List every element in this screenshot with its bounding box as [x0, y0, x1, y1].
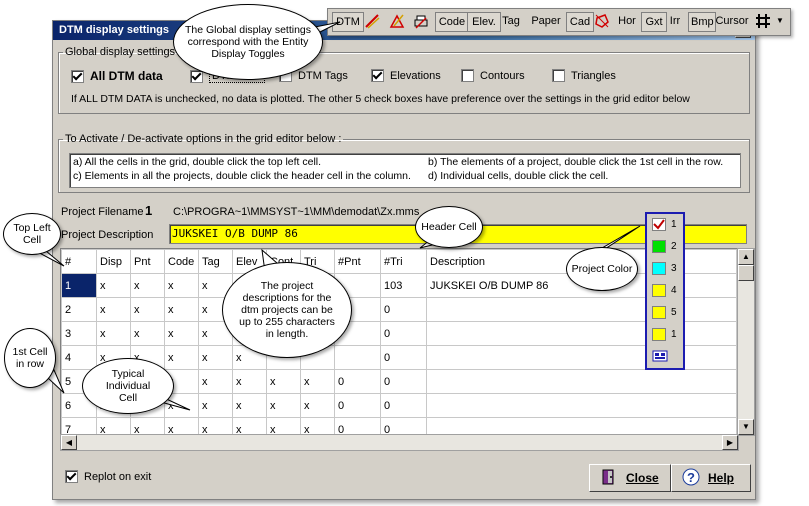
callout-typical-cell: Typical Individual Cell: [82, 358, 174, 414]
callout-project-descriptions: The project descriptions for the dtm pro…: [222, 262, 352, 358]
callout-project-color: Project Color: [566, 247, 638, 291]
callout-pointers: [28, 21, 641, 411]
callout-global-toggles: The Global display settings correspond w…: [173, 4, 323, 80]
callout-top-left-cell: Top Left Cell: [3, 213, 61, 255]
callout-first-cell: 1st Cell in row: [4, 328, 56, 388]
callout-header-cell: Header Cell: [415, 206, 483, 248]
